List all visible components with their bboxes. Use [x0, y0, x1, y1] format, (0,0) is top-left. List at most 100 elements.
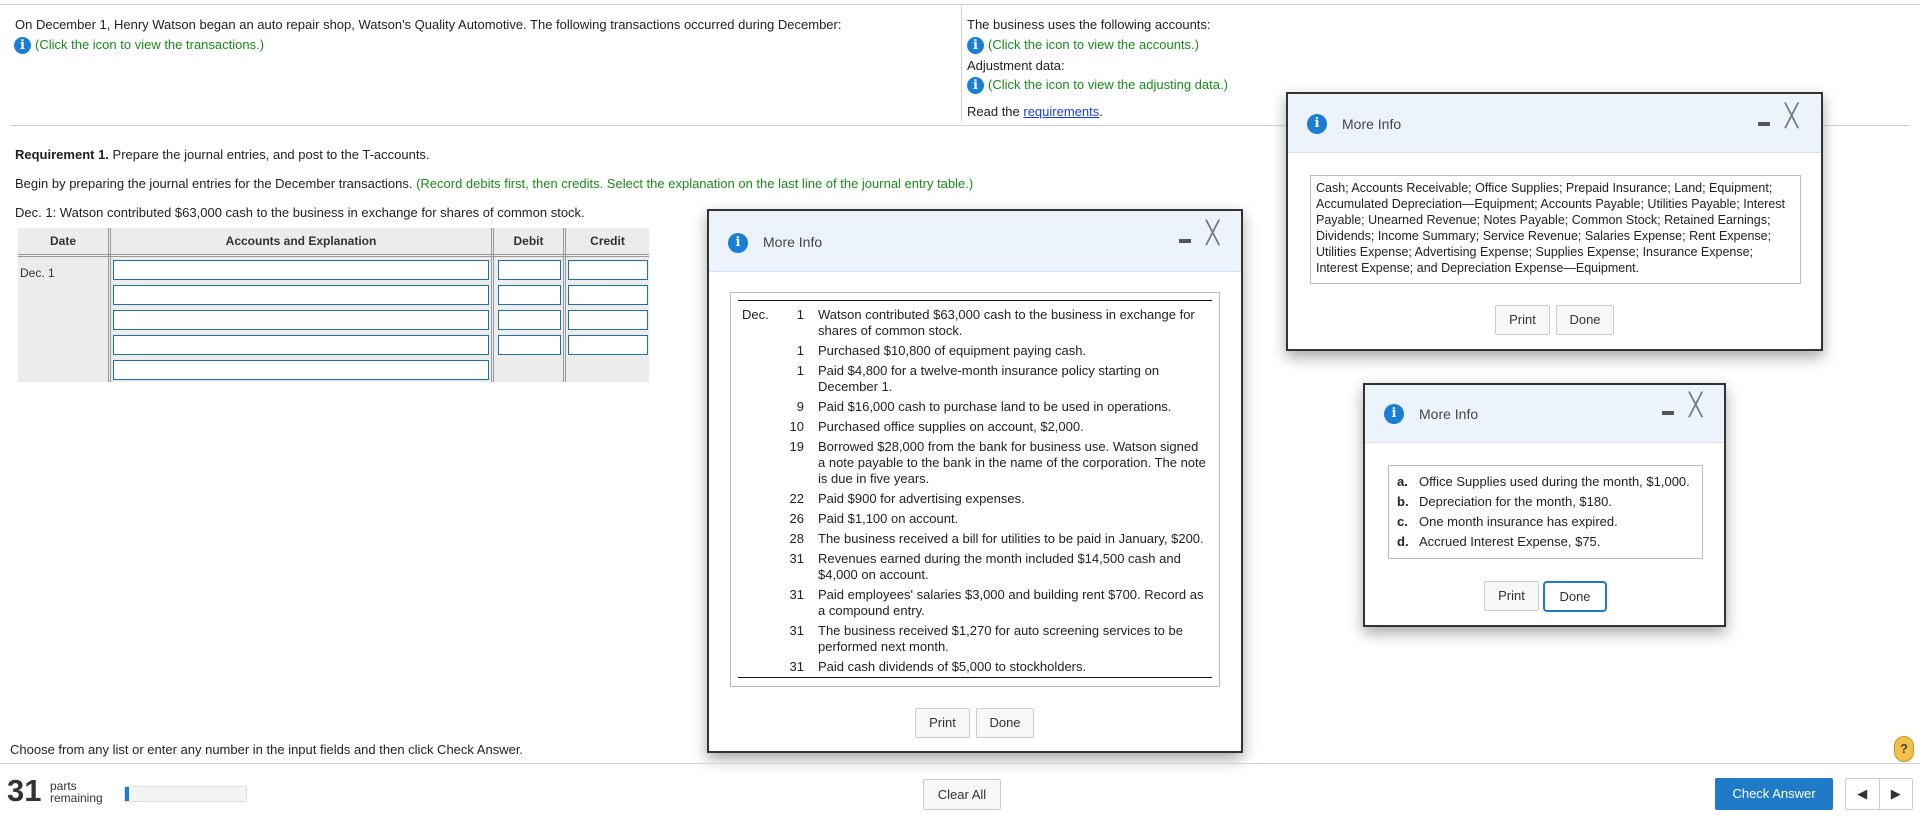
- header-date: Date: [49, 234, 76, 248]
- credit-input[interactable]: [568, 260, 648, 280]
- info-icon: i: [1384, 404, 1404, 424]
- transaction-row: 31 The business received $1,270 for auto …: [742, 623, 1209, 655]
- month-cell: [742, 551, 782, 583]
- read-prefix: Read the: [967, 104, 1024, 119]
- adjusting-box: a. Office Supplies used during the month,…: [1388, 465, 1703, 559]
- account-input[interactable]: [113, 335, 489, 355]
- debit-input[interactable]: [498, 310, 561, 330]
- progress-bar: [124, 786, 247, 802]
- panel-divider: [961, 4, 962, 122]
- done-button[interactable]: Done: [1543, 581, 1607, 612]
- transaction-text: Purchased $10,800 of equipment paying ca…: [818, 343, 1087, 358]
- begin-text: Begin by preparing the journal entries f…: [15, 176, 417, 191]
- date-cell: Dec. 1: [20, 266, 55, 280]
- account-input[interactable]: [113, 360, 489, 380]
- minimize-icon[interactable]: [1662, 411, 1674, 415]
- item-letter: a.: [1397, 474, 1408, 489]
- close-icon[interactable]: ╳: [1689, 395, 1702, 417]
- item-text: One month insurance has expired.: [1419, 514, 1618, 529]
- print-button[interactable]: Print: [915, 708, 970, 738]
- month-cell: [742, 531, 782, 547]
- requirement-text: Prepare the journal entries, and post to…: [108, 147, 430, 162]
- parts-label: parts remaining: [50, 780, 103, 804]
- dec1-description: Dec. 1: Watson contributed $63,000 cash …: [15, 205, 585, 220]
- check-answer-button[interactable]: Check Answer: [1715, 778, 1833, 810]
- transaction-row: 22 Paid $900 for advertising expenses.: [742, 491, 1209, 507]
- accounts-link-text[interactable]: (Click the icon to view the accounts.): [988, 37, 1199, 52]
- transaction-row: 1 Purchased $10,800 of equipment paying c…: [742, 343, 1209, 359]
- month-cell: [742, 623, 782, 655]
- transaction-text: Paid $900 for advertising expenses.: [818, 491, 1025, 506]
- journal-entry-table: Date Accounts and Explanation Debit Credit D…: [18, 228, 649, 382]
- transaction-row: 9 Paid $16,000 cash to purchase land to b…: [742, 399, 1209, 415]
- minimize-icon[interactable]: [1758, 122, 1770, 126]
- accounts-modal: i More Info ╳ Cash; Accounts Receivable;…: [1286, 92, 1823, 351]
- accounts-text: The business uses the following accounts…: [967, 17, 1211, 32]
- clear-all-button[interactable]: Clear All: [923, 779, 1001, 810]
- transaction-row: 28 The business received a bill for utili…: [742, 531, 1209, 547]
- item-letter: c.: [1397, 514, 1408, 529]
- previous-arrow-icon[interactable]: ◀: [1846, 779, 1879, 809]
- item-text: Office Supplies used during the month, $…: [1419, 474, 1690, 489]
- done-button[interactable]: Done: [1556, 305, 1614, 335]
- credit-input[interactable]: [568, 310, 648, 330]
- read-suffix: .: [1099, 104, 1103, 119]
- requirement-label: Requirement 1.: [15, 147, 109, 162]
- accounts-link[interactable]: i (Click the icon to view the accounts.): [967, 37, 1199, 55]
- transaction-text: Paid cash dividends of $5,000 to stockho…: [818, 659, 1087, 674]
- account-input[interactable]: [113, 310, 489, 330]
- adjustment-item: b. Depreciation for the month, $180.: [1397, 494, 1694, 510]
- adjustment-item: d. Accrued Interest Expense, $75.: [1397, 534, 1694, 550]
- info-icon[interactable]: i: [14, 37, 31, 55]
- modal-header: i More Info ╳: [1365, 385, 1724, 443]
- item-letter: b.: [1397, 494, 1409, 509]
- intro-text: On December 1, Henry Watson began an aut…: [15, 17, 842, 32]
- day-cell: 31: [789, 659, 804, 674]
- done-button[interactable]: Done: [976, 708, 1034, 738]
- transactions-link[interactable]: i (Click the icon to view the transaction…: [14, 37, 264, 55]
- transaction-text: Paid employees' salaries $3,000 and buil…: [818, 587, 1204, 618]
- transaction-text: The business received $1,270 for auto sc…: [818, 623, 1183, 654]
- debit-input[interactable]: [498, 260, 561, 280]
- adjusting-link-text[interactable]: (Click the icon to view the adjusting da…: [988, 77, 1228, 92]
- debit-input[interactable]: [498, 285, 561, 305]
- transaction-text: Paid $4,800 for a twelve-month insurance…: [818, 363, 1160, 394]
- debit-input[interactable]: [498, 335, 561, 355]
- info-icon[interactable]: i: [967, 37, 984, 55]
- requirements-link[interactable]: requirements: [1023, 104, 1099, 119]
- day-cell: 19: [789, 439, 804, 454]
- day-cell: 9: [796, 399, 804, 414]
- transaction-text: The business received a bill for utiliti…: [818, 531, 1204, 546]
- adjustment-label: Adjustment data:: [967, 58, 1065, 73]
- minimize-icon[interactable]: [1179, 239, 1191, 243]
- day-cell: 22: [789, 491, 804, 506]
- top-rule: [738, 300, 1212, 301]
- modal-header: i More Info ╳: [709, 211, 1241, 272]
- header-rule: [18, 254, 649, 257]
- day-cell: 10: [789, 419, 804, 434]
- transaction-text: Revenues earned during the month include…: [818, 551, 1181, 582]
- modal-title: More Info: [763, 234, 823, 250]
- credit-input[interactable]: [568, 285, 648, 305]
- day-cell: 31: [789, 551, 804, 566]
- header-accounts: Accounts and Explanation: [225, 234, 377, 248]
- credit-input[interactable]: [568, 335, 648, 355]
- close-icon[interactable]: ╳: [1785, 106, 1798, 128]
- account-input[interactable]: [113, 260, 489, 280]
- read-requirements: Read the requirements.: [967, 104, 1103, 119]
- info-icon[interactable]: i: [967, 77, 984, 95]
- close-icon[interactable]: ╳: [1206, 223, 1219, 245]
- next-arrow-icon[interactable]: ▶: [1880, 779, 1913, 809]
- print-button[interactable]: Print: [1484, 581, 1539, 611]
- transactions-modal: i More Info ╳ Dec. 1 Watson contributed $6…: [707, 209, 1243, 753]
- print-button[interactable]: Print: [1495, 305, 1550, 335]
- account-input[interactable]: [113, 285, 489, 305]
- modal-header: i More Info ╳: [1288, 94, 1821, 153]
- day-cell: 1: [796, 363, 804, 378]
- help-icon[interactable]: ?: [1894, 736, 1914, 762]
- transactions-link-text[interactable]: (Click the icon to view the transactions…: [35, 37, 264, 52]
- transaction-row: 31 Paid employees' salaries $3,000 and bu…: [742, 587, 1209, 619]
- adjusting-link[interactable]: i (Click the icon to view the adjusting d…: [967, 77, 1228, 95]
- column-divider: [491, 228, 494, 382]
- day-cell: 1: [796, 307, 804, 322]
